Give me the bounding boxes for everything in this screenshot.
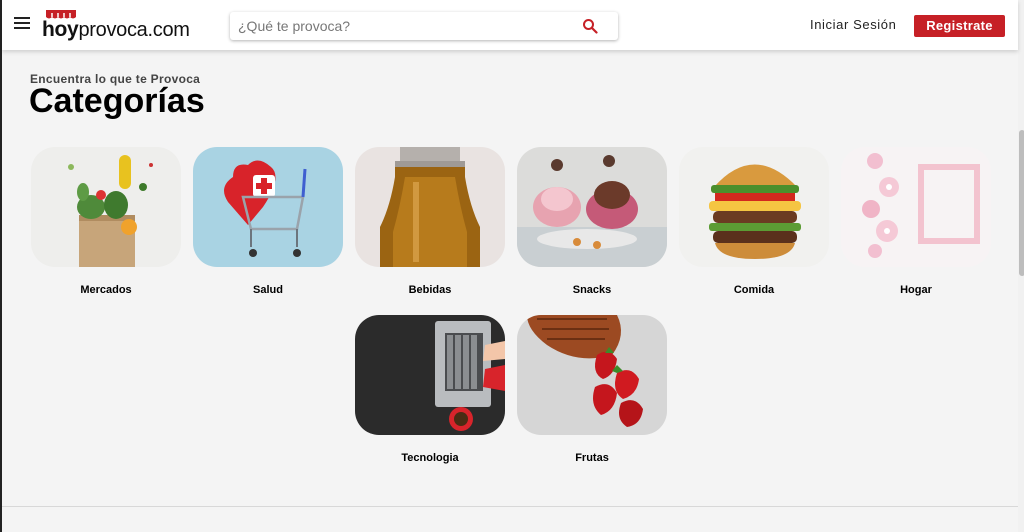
category-image [679,147,829,267]
category-card-mercados[interactable]: Mercados [31,147,181,297]
logo-rest: provoca.com [78,19,190,41]
category-label: Mercados [80,284,132,296]
search-bar [230,12,618,40]
scrollbar-thumb[interactable] [1019,130,1024,276]
category-image [517,147,667,267]
login-link[interactable]: Iniciar Sesión [810,17,896,32]
category-card-snacks[interactable]: Snacks [517,147,667,297]
register-button[interactable]: Registrate [914,15,1005,37]
logo-text: hoyprovoca.com [42,18,190,42]
category-card-comida[interactable]: Comida [679,147,829,297]
category-image [841,147,991,267]
footer-divider [2,506,1018,507]
browser-viewport: hoyprovoca.com Iniciar Sesión Registrate… [0,0,1024,532]
category-card-bebidas[interactable]: Bebidas [355,147,505,297]
category-card-hogar[interactable]: Hogar [841,147,991,297]
search-input[interactable] [238,16,568,36]
search-icon[interactable] [582,18,598,34]
logo-bold: hoy [42,18,79,41]
category-label: Bebidas [408,284,452,296]
site-logo[interactable]: hoyprovoca.com [42,10,202,42]
category-card-tecnologia[interactable]: Tecnologia [355,315,505,465]
category-label: Tecnologia [401,452,459,464]
category-label: Comida [733,284,775,296]
category-card-frutas[interactable]: Frutas [517,315,667,465]
page-scrollbar[interactable] [1018,0,1024,532]
category-image [355,315,505,435]
top-navbar: hoyprovoca.com Iniciar Sesión Registrate [2,0,1018,50]
menu-icon[interactable] [14,17,30,31]
category-label: Hogar [900,284,932,296]
category-label: Snacks [572,284,612,296]
category-card-salud[interactable]: Salud [193,147,343,297]
category-label: Frutas [575,452,609,464]
category-image [31,147,181,267]
category-image [193,147,343,267]
category-label: Salud [253,284,283,296]
page-title: Categorías [29,82,205,120]
category-image [355,147,505,267]
category-image [517,315,667,435]
